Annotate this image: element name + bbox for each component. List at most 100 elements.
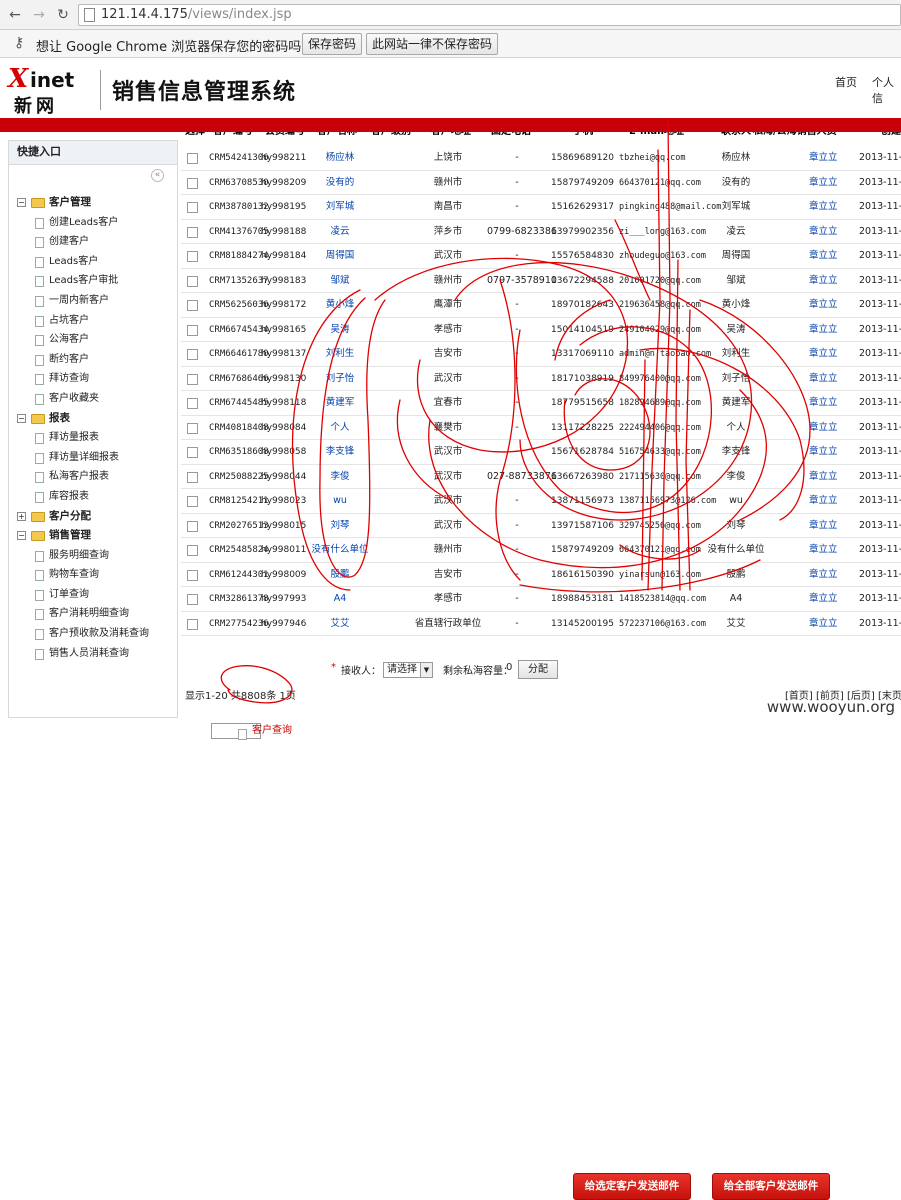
send-selected-email-button[interactable]: 给选定客户发送邮件 (573, 1173, 691, 1200)
row-checkbox[interactable] (187, 545, 198, 556)
customer-name-link[interactable]: 刘琴 (309, 514, 371, 538)
sales-owner-link[interactable]: 章立立 (809, 440, 838, 464)
sidebar-item-1-1[interactable]: 拜访量详细报表 (9, 448, 179, 468)
customer-name-link[interactable]: 吴涛 (309, 318, 371, 342)
row-checkbox[interactable] (187, 471, 198, 483)
column-header[interactable]: 联系人 (721, 132, 751, 137)
sidebar-group-0[interactable]: − 客户管理 (9, 193, 179, 213)
sidebar-item-1-3[interactable]: 库容报表 (9, 487, 179, 507)
sidebar-item-3-3[interactable]: 客户消耗明细查询 (9, 604, 179, 624)
sales-owner-link[interactable]: 章立立 (809, 563, 838, 587)
never-save-button[interactable]: 此网站一律不保存密码 (366, 33, 499, 55)
row-checkbox[interactable] (187, 349, 198, 360)
sales-owner-link[interactable]: 章立立 (809, 146, 838, 170)
sales-owner-link[interactable]: 章立立 (809, 318, 838, 342)
customer-name-link[interactable]: 凌云 (309, 220, 371, 244)
customer-name-link[interactable]: 艾艾 (309, 612, 371, 636)
sidebar-item-1-2[interactable]: 私海客户报表 (9, 467, 179, 487)
address-bar[interactable]: 121.14.4.175/views/index.jsp (78, 4, 901, 26)
customer-name-link[interactable]: 李支锋 (309, 440, 371, 464)
sidebar-item-3-4[interactable]: 客户预收款及消耗查询 (9, 624, 179, 644)
row-checkbox[interactable] (187, 594, 198, 605)
sales-owner-link[interactable]: 章立立 (809, 342, 838, 366)
sidebar-item-0-4[interactable]: 客户查询 (211, 723, 292, 740)
column-header[interactable]: 固定电话 (491, 132, 531, 137)
column-header[interactable]: 选择 (185, 132, 205, 137)
xinnet-logo[interactable]: X inet 新网 (8, 64, 98, 117)
column-header[interactable]: 会员编号 (265, 132, 305, 137)
sales-owner-link[interactable]: 章立立 (809, 367, 838, 391)
customer-name-link[interactable]: 黄小烽 (309, 293, 371, 317)
sidebar-group-3[interactable]: − 销售管理 (9, 526, 179, 546)
row-checkbox[interactable] (187, 324, 198, 336)
sidebar-item-3-0[interactable]: 服务明细查询 (9, 546, 179, 566)
sales-owner-link[interactable]: 章立立 (809, 269, 838, 293)
nav-profile-link[interactable]: 个人信 (872, 74, 901, 106)
row-checkbox[interactable] (187, 177, 198, 189)
customer-name-link[interactable]: 个人 (309, 416, 371, 440)
sales-owner-link[interactable]: 章立立 (809, 391, 838, 415)
sales-owner-link[interactable]: 章立立 (809, 293, 838, 317)
column-header[interactable]: 手机 (573, 132, 593, 137)
sales-owner-link[interactable]: 章立立 (809, 171, 838, 195)
expand-toggle-icon[interactable]: + (17, 511, 26, 521)
row-checkbox[interactable] (187, 373, 198, 385)
sidebar-item-3-1[interactable]: 购物车查询 (9, 565, 179, 585)
receiver-select[interactable]: 请选择 ▼ (383, 662, 433, 678)
customer-name-link[interactable]: wu (309, 489, 371, 513)
customer-name-link[interactable]: A4 (309, 587, 371, 611)
row-checkbox[interactable] (187, 202, 198, 213)
sidebar-item-3-2[interactable]: 订单查询 (9, 585, 179, 605)
customer-name-link[interactable]: 李俊 (309, 465, 371, 489)
send-all-email-button[interactable]: 给全部客户发送邮件 (712, 1173, 830, 1200)
sales-owner-link[interactable]: 章立立 (809, 416, 838, 440)
sidebar-item-0-0[interactable]: 创建Leads客户 (9, 213, 179, 233)
collapse-toggle-icon[interactable]: − (17, 198, 26, 207)
reload-icon[interactable]: ↻ (54, 6, 72, 24)
customer-name-link[interactable]: 刘子怡 (309, 367, 371, 391)
sidebar-item-1-0[interactable]: 拜访量报表 (9, 428, 179, 448)
customer-name-link[interactable]: 殷鹏 (309, 563, 371, 587)
column-header[interactable]: 客户级别 (371, 132, 411, 137)
sidebar-item-0-8[interactable]: 断约客户 (9, 350, 179, 370)
column-header[interactable]: 客户名称 (317, 132, 357, 137)
back-icon[interactable]: ← (6, 6, 24, 24)
row-checkbox[interactable] (187, 226, 198, 238)
nav-home-link[interactable]: 首页 (835, 74, 857, 90)
column-header[interactable]: E-mail地址 (629, 132, 684, 137)
customer-name-link[interactable]: 没有什么单位 (309, 538, 371, 562)
sales-owner-link[interactable]: 章立立 (809, 465, 838, 489)
customer-name-link[interactable]: 刘利生 (309, 342, 371, 366)
sidebar-item-0-3[interactable]: Leads客户审批 (9, 271, 179, 291)
row-checkbox[interactable] (187, 618, 198, 630)
column-header[interactable]: 客户编号 (213, 132, 253, 137)
sidebar-item-0-10[interactable]: 客户收藏夹 (9, 389, 179, 409)
collapse-toggle-icon[interactable]: − (17, 531, 26, 541)
row-checkbox[interactable] (187, 398, 198, 409)
sidebar-item-0-2[interactable]: Leads客户 (9, 252, 179, 272)
customer-name-link[interactable]: 刘军城 (309, 195, 371, 219)
sidebar-item-0-1[interactable]: 创建客户 (9, 232, 179, 252)
sales-owner-link[interactable]: 章立立 (809, 587, 838, 611)
customer-name-link[interactable]: 没有的 (309, 171, 371, 195)
row-checkbox[interactable] (187, 153, 198, 164)
sidebar-group-1[interactable]: − 报表 (9, 409, 179, 429)
sales-owner-link[interactable]: 章立立 (809, 220, 838, 244)
collapse-toggle-icon[interactable]: − (17, 413, 26, 423)
customer-name-link[interactable]: 黄建军 (309, 391, 371, 415)
sales-owner-link[interactable]: 章立立 (809, 514, 838, 538)
column-header[interactable]: 私海/公海销售人员 (753, 132, 837, 137)
column-header[interactable]: 客户地址 (431, 132, 471, 137)
row-checkbox[interactable] (187, 496, 198, 507)
customer-name-link[interactable]: 杨应林 (309, 146, 371, 170)
sales-owner-link[interactable]: 章立立 (809, 244, 838, 268)
customer-name-link[interactable]: 邹斌 (309, 269, 371, 293)
sidebar-item-0-7[interactable]: 公海客户 (9, 330, 179, 350)
assign-button[interactable]: 分配 (518, 660, 558, 679)
row-checkbox[interactable] (187, 422, 198, 434)
sales-owner-link[interactable]: 章立立 (809, 489, 838, 513)
row-checkbox[interactable] (187, 520, 198, 532)
sales-owner-link[interactable]: 章立立 (809, 195, 838, 219)
column-header[interactable]: 创建 (881, 132, 901, 137)
collapse-icon[interactable]: « (151, 169, 164, 182)
